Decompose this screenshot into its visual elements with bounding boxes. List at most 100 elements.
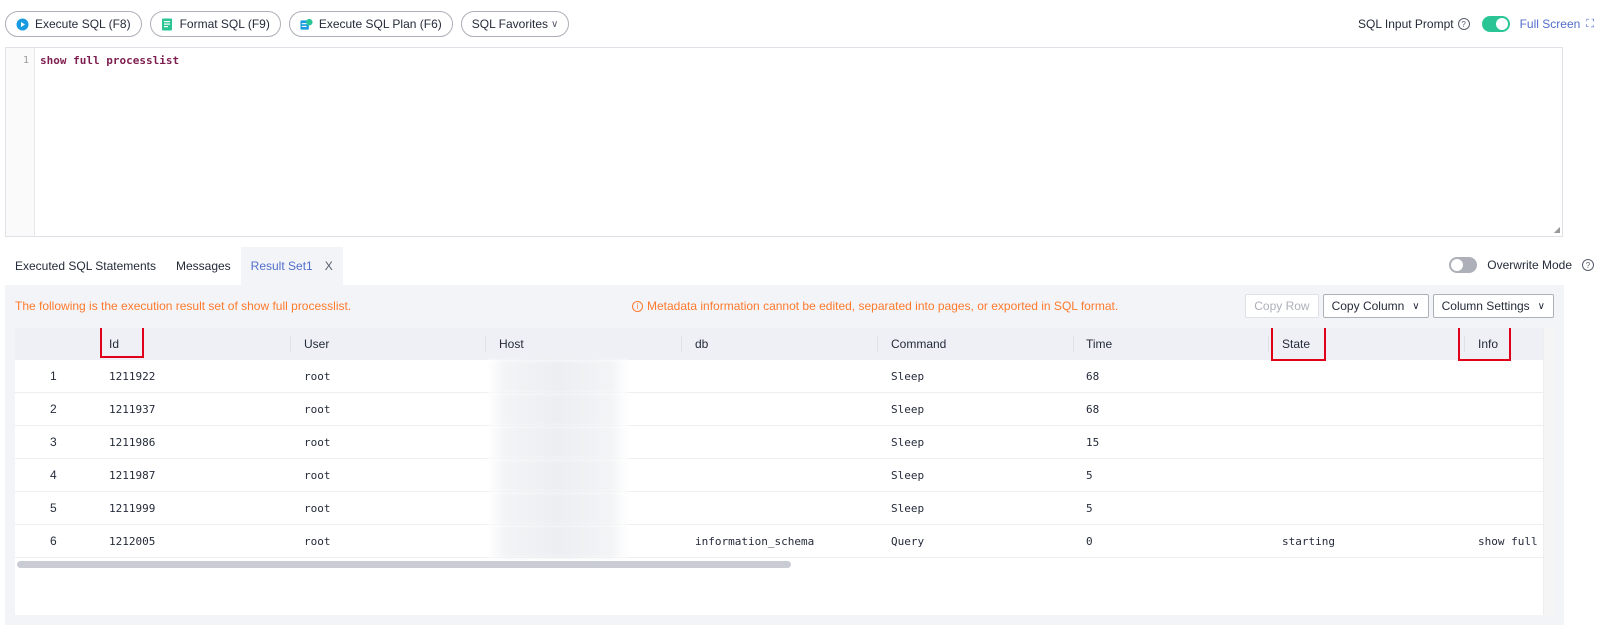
cell-user[interactable]: root xyxy=(304,525,331,558)
result-info-text: The following is the execution result se… xyxy=(15,299,352,313)
column-header-id[interactable]: Id xyxy=(109,328,119,360)
cell-id[interactable]: 1211999 xyxy=(109,492,155,525)
close-icon[interactable]: X xyxy=(325,259,333,273)
column-header-state[interactable]: State xyxy=(1282,328,1310,360)
full-screen-label: Full Screen xyxy=(1519,17,1581,31)
result-grid[interactable]: Id User Host db Command Time State Info … xyxy=(15,328,1553,615)
copy-column-label: Copy Column xyxy=(1331,299,1405,313)
column-header-host[interactable]: Host xyxy=(499,328,524,360)
line-gutter: 1 xyxy=(6,48,35,236)
table-row[interactable]: 5 1211999 root Sleep 5 xyxy=(15,492,1553,525)
cell-command[interactable]: Sleep xyxy=(891,426,924,459)
plan-icon xyxy=(300,18,313,31)
table-row[interactable]: 6 1212005 root information_schema Query … xyxy=(15,525,1553,558)
resize-handle-icon[interactable]: ◢ xyxy=(1554,225,1560,234)
row-number: 3 xyxy=(50,435,57,449)
metadata-warning: i Metadata information cannot be edited,… xyxy=(632,299,1118,313)
table-row[interactable]: 2 1211937 root Sleep 68 xyxy=(15,393,1553,426)
table-row[interactable]: 4 1211987 root Sleep 5 xyxy=(15,459,1553,492)
redacted-host xyxy=(488,426,628,459)
result-actions: Copy Row Copy Column ∨ Column Settings ∨ xyxy=(1245,294,1554,318)
column-header-command[interactable]: Command xyxy=(891,328,946,360)
cell-id[interactable]: 1212005 xyxy=(109,525,155,558)
sql-favorites-label: SQL Favorites xyxy=(471,17,549,31)
row-number: 2 xyxy=(50,402,57,416)
cell-user[interactable]: root xyxy=(304,459,331,492)
cell-command[interactable]: Sleep xyxy=(891,360,924,393)
cell-time[interactable]: 0 xyxy=(1086,525,1093,558)
full-screen-button[interactable]: Full Screen ⛶ xyxy=(1520,17,1594,31)
redacted-host xyxy=(488,459,628,492)
tab-label: Result Set1 xyxy=(250,259,313,273)
copy-row-button[interactable]: Copy Row xyxy=(1245,294,1319,318)
format-icon xyxy=(161,18,174,31)
horizontal-scrollbar[interactable] xyxy=(17,561,791,568)
cell-info[interactable]: show full p xyxy=(1478,525,1551,558)
format-sql-button[interactable]: Format SQL (F9) xyxy=(149,11,281,37)
cell-id[interactable]: 1211987 xyxy=(109,459,155,492)
row-number: 4 xyxy=(50,468,57,482)
toolbar-right: SQL Input Prompt ? Full Screen ⛶ xyxy=(1358,11,1594,37)
play-icon xyxy=(16,18,29,31)
cell-id[interactable]: 1211937 xyxy=(109,393,155,426)
execute-sql-plan-button[interactable]: Execute SQL Plan (F6) xyxy=(288,11,453,37)
tab-messages[interactable]: Messages xyxy=(166,247,241,285)
column-header-info[interactable]: Info xyxy=(1478,328,1498,360)
cell-command[interactable]: Sleep xyxy=(891,459,924,492)
overwrite-mode-toggle[interactable] xyxy=(1449,257,1478,273)
redacted-host xyxy=(488,525,628,558)
sql-favorites-dropdown[interactable]: SQL Favorites ∨ xyxy=(460,11,570,37)
row-number: 6 xyxy=(50,534,57,548)
execute-sql-label: Execute SQL (F8) xyxy=(35,17,131,31)
copy-row-label: Copy Row xyxy=(1254,299,1310,313)
sql-editor[interactable]: 1 show full processlist ◢ xyxy=(5,47,1563,237)
column-header-user[interactable]: User xyxy=(304,328,329,360)
row-number: 1 xyxy=(50,369,57,383)
cell-time[interactable]: 68 xyxy=(1086,393,1099,426)
cell-user[interactable]: root xyxy=(304,426,331,459)
cell-command[interactable]: Query xyxy=(891,525,924,558)
cell-id[interactable]: 1211922 xyxy=(109,360,155,393)
tab-executed-sql-statements[interactable]: Executed SQL Statements xyxy=(0,247,166,285)
cell-state[interactable]: starting xyxy=(1282,525,1335,558)
column-settings-dropdown[interactable]: Column Settings ∨ xyxy=(1432,294,1554,318)
cell-id[interactable]: 1211986 xyxy=(109,426,155,459)
chevron-down-icon: ∨ xyxy=(1537,300,1545,312)
overwrite-mode: Overwrite Mode ? xyxy=(1449,257,1594,273)
execute-sql-button[interactable]: Execute SQL (F8) xyxy=(5,11,142,37)
sql-input-prompt-toggle[interactable] xyxy=(1481,16,1510,32)
info-icon: i xyxy=(632,300,643,312)
expand-icon: ⛶ xyxy=(1586,17,1594,30)
cell-command[interactable]: Sleep xyxy=(891,492,924,525)
sql-input-prompt-label: SQL Input Prompt xyxy=(1357,17,1454,31)
vertical-scrollbar[interactable] xyxy=(1543,328,1554,615)
cell-time[interactable]: 15 xyxy=(1086,426,1099,459)
help-icon[interactable]: ? xyxy=(1582,259,1594,271)
chevron-down-icon: ∨ xyxy=(551,18,559,30)
redacted-host xyxy=(488,393,628,426)
cell-time[interactable]: 5 xyxy=(1086,459,1093,492)
sql-toolbar: Execute SQL (F8) Format SQL (F9) Execute… xyxy=(5,11,570,37)
cell-time[interactable]: 5 xyxy=(1086,492,1093,525)
copy-column-dropdown[interactable]: Copy Column ∨ xyxy=(1322,294,1429,318)
grid-header: Id User Host db Command Time State Info xyxy=(15,328,1553,360)
redacted-host xyxy=(488,360,628,393)
execute-sql-plan-label: Execute SQL Plan (F6) xyxy=(318,17,442,31)
cell-time[interactable]: 68 xyxy=(1086,360,1099,393)
cell-user[interactable]: root xyxy=(304,492,331,525)
cell-command[interactable]: Sleep xyxy=(891,393,924,426)
result-tabs: Executed SQL Statements Messages Result … xyxy=(0,247,343,285)
tab-result-set1[interactable]: Result Set1 X xyxy=(240,247,343,285)
tab-label: Executed SQL Statements xyxy=(15,259,156,273)
cell-user[interactable]: root xyxy=(304,360,331,393)
row-number: 5 xyxy=(50,501,57,515)
cell-db[interactable]: information_schema xyxy=(695,525,814,558)
help-icon[interactable]: ? xyxy=(1457,18,1470,30)
sql-code-line[interactable]: show full processlist xyxy=(40,54,179,67)
table-row[interactable]: 1 1211922 root Sleep 68 xyxy=(15,360,1553,393)
column-header-time[interactable]: Time xyxy=(1086,328,1112,360)
column-settings-label: Column Settings xyxy=(1441,299,1530,313)
cell-user[interactable]: root xyxy=(304,393,331,426)
table-row[interactable]: 3 1211986 root Sleep 15 xyxy=(15,426,1553,459)
column-header-db[interactable]: db xyxy=(695,328,708,360)
